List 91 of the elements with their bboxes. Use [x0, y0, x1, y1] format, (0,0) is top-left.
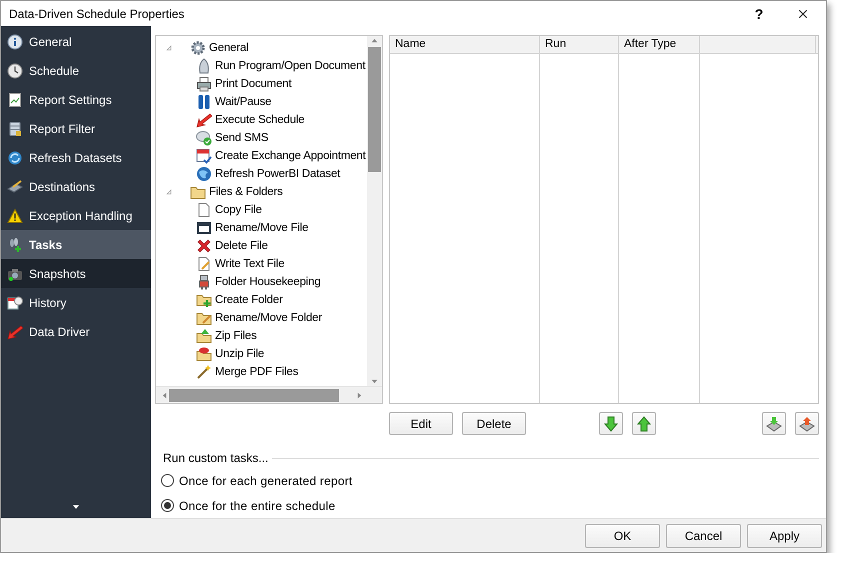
sidebar-item[interactable]: Exception Handling	[1, 201, 151, 230]
sidebar-item[interactable]: Snapshots	[1, 259, 151, 288]
pencil-case-icon	[7, 178, 23, 194]
up-arrow-icon	[636, 416, 652, 432]
sidebar-item[interactable]: Data Driver	[1, 317, 151, 346]
sidebar-item[interactable]: History	[1, 288, 151, 317]
import-button[interactable]	[762, 412, 786, 436]
scroll-up-icon	[370, 36, 379, 45]
move-down-button[interactable]	[599, 412, 623, 436]
chat-check-icon	[196, 130, 212, 146]
window-icon	[196, 220, 212, 236]
radio-label[interactable]: Once for the entire schedule	[179, 498, 336, 512]
tree-item[interactable]: Send SMS	[215, 132, 268, 144]
dialog-button[interactable]: Cancel	[666, 524, 741, 548]
footprints-plus-icon	[7, 236, 23, 252]
group-title: Run custom tasks...	[163, 451, 268, 465]
sidebar-item[interactable]: Tasks	[1, 230, 151, 259]
sidebar-item[interactable]: Schedule	[1, 56, 151, 85]
tree-item[interactable]: Write Text File	[215, 258, 284, 270]
radio-button[interactable]	[161, 474, 174, 487]
refresh-icon	[7, 150, 23, 166]
pause-icon	[196, 94, 212, 110]
window-title: Data-Driven Schedule Properties	[9, 6, 186, 20]
tree-item[interactable]: Wait/Pause	[215, 96, 272, 108]
column-header[interactable]: Name	[390, 36, 540, 53]
move-up-button[interactable]	[632, 412, 656, 436]
column-header[interactable]: After Type	[619, 36, 700, 53]
delete-icon	[196, 238, 212, 254]
tree-item[interactable]: Run Program/Open Document	[215, 60, 366, 72]
globe-icon	[196, 166, 212, 182]
down-arrow-icon	[603, 416, 619, 432]
collapse-toggle-icon[interactable]	[164, 43, 174, 53]
calendar-check-icon	[196, 148, 212, 164]
tray-arrow-down-icon	[766, 416, 782, 432]
tree-item[interactable]: Execute Schedule	[215, 114, 305, 126]
arrow-icon	[7, 324, 23, 340]
help-button[interactable]: ?	[744, 6, 774, 22]
tree-item[interactable]: Create Folder	[215, 294, 283, 306]
printer-icon	[196, 76, 212, 92]
collapse-toggle-icon[interactable]	[164, 187, 174, 197]
tree-item[interactable]: Unzip File	[215, 348, 264, 360]
clock-icon	[7, 62, 23, 78]
tree-item[interactable]: Folder Housekeeping	[215, 276, 321, 288]
scroll-right-icon	[355, 390, 364, 400]
task-button[interactable]: Edit	[389, 412, 453, 436]
folder-arrow-icon	[196, 328, 212, 344]
tree-item[interactable]: Delete File	[215, 240, 268, 252]
tree-item[interactable]: Rename/Move Folder	[215, 312, 322, 324]
report-icon	[7, 92, 23, 108]
tree-item[interactable]: Merge PDF Files	[215, 366, 298, 378]
magic-wand-icon	[196, 364, 212, 380]
tree-item[interactable]: Zip Files	[215, 330, 257, 342]
gear-icon	[190, 40, 206, 56]
tray-arrow-up-icon	[799, 416, 815, 432]
rocket-icon	[196, 58, 212, 74]
tree-item[interactable]: General	[209, 42, 249, 54]
tree-item[interactable]: Copy File	[215, 204, 262, 216]
info-icon	[7, 34, 23, 50]
triangle-icon	[164, 187, 174, 197]
folder-plus-icon	[196, 292, 212, 308]
radio-button[interactable]	[161, 499, 174, 512]
close-icon	[797, 8, 809, 20]
vertical-scrollbar[interactable]	[367, 36, 382, 386]
sidebar-item[interactable]: Report Settings	[1, 85, 151, 114]
dialog-button[interactable]: OK	[585, 524, 660, 548]
calendar-clock-icon	[7, 294, 23, 310]
dialog-button[interactable]: Apply	[747, 524, 822, 548]
sidebar-item[interactable]: Destinations	[1, 172, 151, 201]
database-icon	[7, 120, 23, 136]
sidebar-item[interactable]: Report Filter	[1, 114, 151, 143]
tree-item[interactable]: Refresh PowerBI Dataset	[215, 168, 340, 180]
triangle-icon	[164, 43, 174, 53]
tree-item[interactable]: Rename/Move File	[215, 222, 308, 234]
document-icon	[196, 202, 212, 218]
column-header[interactable]: Run	[540, 36, 619, 53]
tree-item[interactable]: Create Exchange Appointment	[215, 150, 366, 162]
folder-pencil-icon	[196, 310, 212, 326]
tree-item[interactable]: Print Document	[215, 78, 292, 90]
horizontal-scrollbar[interactable]	[156, 386, 382, 404]
warning-icon	[7, 208, 23, 224]
arrow-icon	[196, 112, 212, 128]
export-button[interactable]	[795, 412, 819, 436]
document-pencil-icon	[196, 256, 212, 272]
robot-icon	[196, 274, 212, 290]
sidebar-item[interactable]: General	[1, 27, 151, 56]
task-button[interactable]: Delete	[462, 412, 526, 436]
folder-ball-icon	[196, 346, 212, 362]
radio-label[interactable]: Once for each generated report	[179, 474, 352, 488]
sidebar-item[interactable]: Refresh Datasets	[1, 143, 151, 172]
tree-item[interactable]: Files & Folders	[209, 186, 283, 198]
folder-icon	[190, 184, 206, 200]
